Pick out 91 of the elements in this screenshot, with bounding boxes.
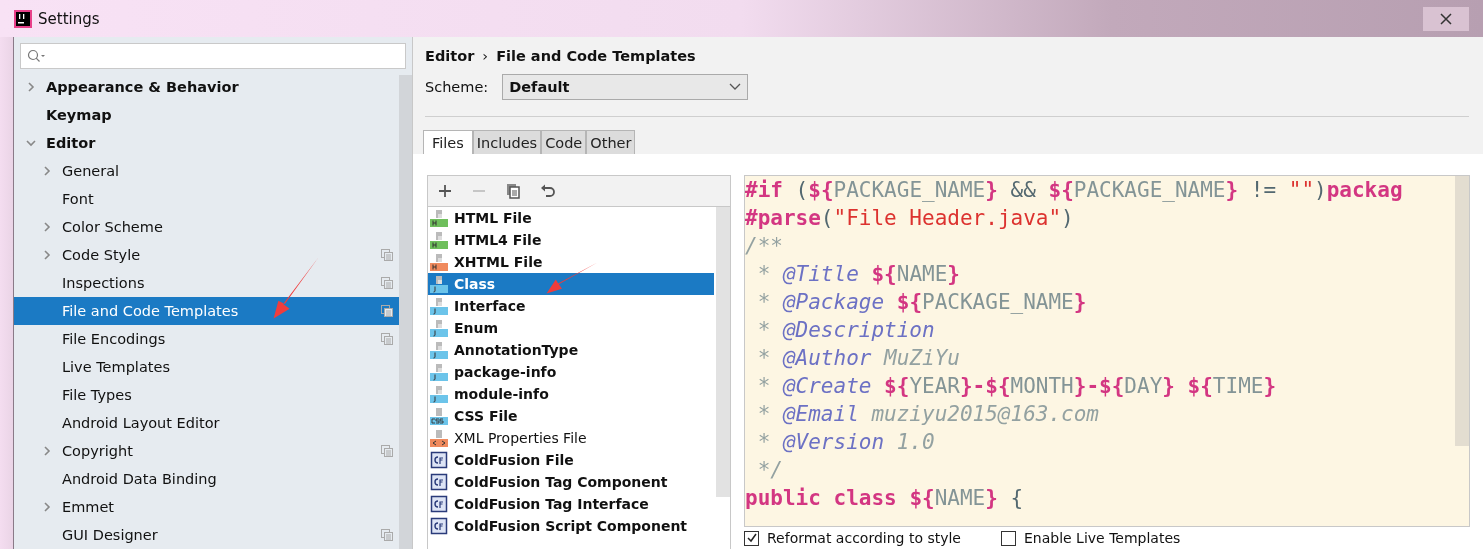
settings-tree-item[interactable]: Font [14,185,399,213]
code-line: * @Author MuZiYu [756,345,961,372]
close-button[interactable] [1423,6,1469,31]
template-item[interactable]: CSS File [428,405,714,427]
scheme-dropdown[interactable]: Default [502,74,749,100]
code-line: #parse("File Header.java") [745,205,1075,232]
settings-tree-item[interactable]: Android Layout Editor [14,409,399,437]
scheme-label: Scheme: [425,79,489,95]
code-editor[interactable] [744,175,1470,527]
coldfusion-file-icon [430,451,448,469]
template-item[interactable]: Interface [428,295,714,317]
settings-tree-item[interactable]: Android Data Binding [14,465,399,493]
breadcrumb-item: Editor [425,48,475,64]
template-item[interactable]: HTML File [428,207,714,229]
app-logo-icon [14,9,32,28]
coldfusion-file-icon [430,495,448,513]
option-checkbox[interactable]: Enable Live Templates [1001,530,1181,546]
template-item[interactable]: XML Properties File [428,427,714,449]
file-type-icon [430,231,448,249]
settings-tree-item[interactable]: Editor [14,129,399,157]
file-type-icon [430,319,448,337]
check-icon [745,532,758,544]
code-line: /** [745,233,784,260]
settings-tree-item[interactable]: Emmet [14,493,399,521]
template-item[interactable]: Enum [428,317,714,339]
settings-tree-item[interactable]: File and Code Templates [14,297,399,325]
settings-tree-item[interactable]: Code Style [14,241,399,269]
settings-tree-item[interactable]: Copyright [14,437,399,465]
scrollbar[interactable] [399,75,412,549]
settings-tree-item[interactable]: File Types [14,381,399,409]
code-line: * @Create ${YEAR}-${MONTH}-${DAY} ${TIME} [756,373,1278,400]
template-item[interactable]: ColdFusion Tag Interface [428,493,714,515]
scrollbar[interactable] [716,207,730,497]
code-line: * @Version 1.0 [756,429,936,456]
template-item[interactable]: XHTML File [428,251,714,273]
close-icon [1440,12,1452,25]
coldfusion-file-icon [430,517,448,535]
settings-tree-item[interactable]: File Encodings [14,325,399,353]
copy-icon [381,277,393,289]
file-type-icon [430,363,448,381]
template-item[interactable]: ColdFusion Script Component [428,515,714,537]
code-line: * @Description [756,317,936,344]
template-item[interactable]: ColdFusion Tag Component [428,471,714,493]
undo-icon[interactable] [540,183,556,199]
template-item[interactable]: ColdFusion File [428,449,714,471]
settings-tree-item[interactable]: General [14,157,399,185]
template-item[interactable]: package-info [428,361,714,383]
tab[interactable]: Other [586,130,636,154]
tab[interactable]: Code [541,130,587,154]
copy-icon [381,445,393,457]
window-title: Settings [38,9,100,28]
breadcrumb-item: File and Code Templates [496,48,696,64]
copy-icon [381,249,393,261]
settings-tree-item[interactable]: Live Templates [14,353,399,381]
file-type-icon [430,253,448,271]
code-line: * @Email muziyu2015@163.com [756,401,1100,428]
code-line: public class ${NAME} { [745,485,1025,512]
add-icon[interactable] [438,184,452,198]
code-line: */ [756,457,784,484]
xml-file-icon [430,429,448,447]
breadcrumb-separator: › [482,48,489,64]
settings-tree-item[interactable]: GUI Designer [14,521,399,549]
copy-icon [381,333,393,345]
caret-icon [729,83,742,91]
file-type-icon [430,275,448,293]
code-line: * @Package ${PACKAGE_NAME} [756,289,1088,316]
file-type-icon [430,209,448,227]
search-icon [27,49,47,63]
settings-tree-item[interactable]: Keymap [14,101,399,129]
copy-icon [381,529,393,541]
css-file-icon [430,407,448,425]
option-checkbox[interactable]: Reformat according to style [744,530,961,546]
scrollbar[interactable] [1455,176,1469,446]
search-field[interactable] [20,43,406,69]
settings-tree-item[interactable]: Color Scheme [14,213,399,241]
template-item[interactable]: module-info [428,383,714,405]
coldfusion-file-icon [430,473,448,491]
template-item[interactable]: HTML4 File [428,229,714,251]
settings-tree-item[interactable]: Appearance & Behavior [14,73,399,101]
template-item[interactable]: Class [428,273,714,295]
tab[interactable]: Files [423,130,473,154]
file-type-icon [430,385,448,403]
copy-icon[interactable] [506,183,520,199]
settings-tree-item[interactable]: Inspections [14,269,399,297]
file-type-icon [430,297,448,315]
tab[interactable]: Includes [472,130,542,154]
file-type-icon [430,341,448,359]
copy-icon [381,305,393,317]
code-line: * @Title ${NAME} [756,261,961,288]
template-item[interactable]: AnnotationType [428,339,714,361]
code-line: #if (${PACKAGE_NAME} && ${PACKAGE_NAME} != "")packag [745,177,1404,204]
